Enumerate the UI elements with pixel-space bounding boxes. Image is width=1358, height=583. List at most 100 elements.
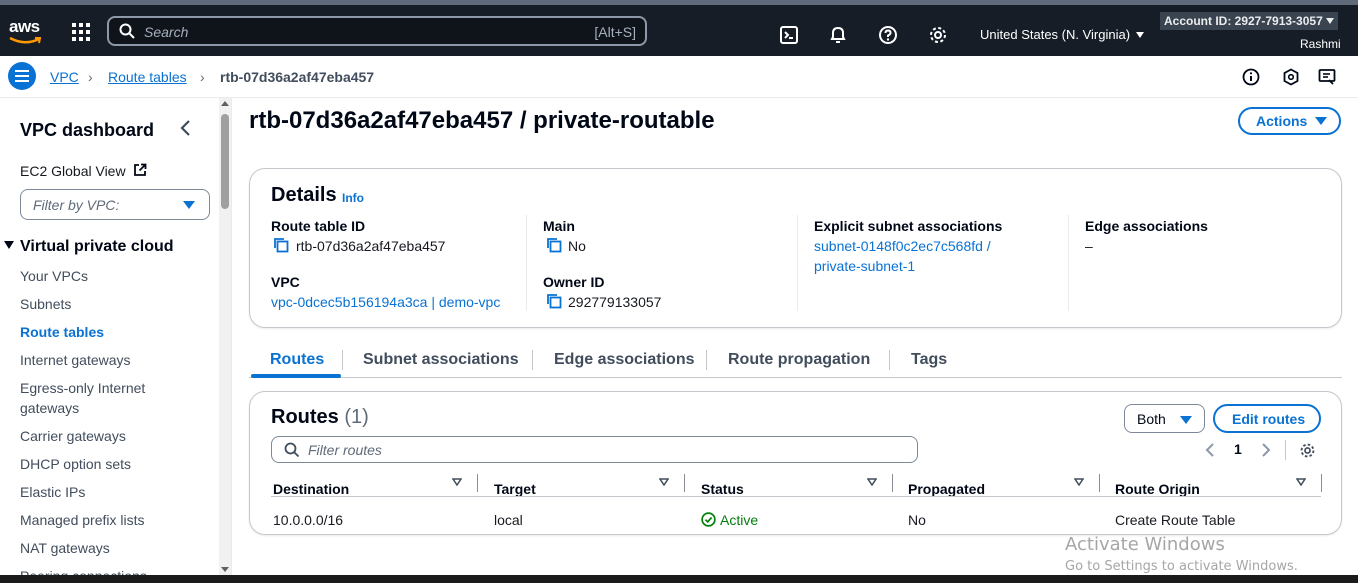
settings-gear-icon[interactable] (928, 25, 948, 45)
search-icon (119, 23, 135, 39)
sidebar-title[interactable]: VPC dashboard (20, 120, 154, 141)
sidebar-scrollbar[interactable] (219, 98, 231, 575)
column-resizer[interactable] (1321, 474, 1322, 492)
sort-caret-icon[interactable] (1074, 478, 1084, 486)
sidebar-section-vpc[interactable]: Virtual private cloud (4, 238, 174, 256)
breadcrumb-bar: VPC › Route tables › rtb-07d36a2af47eba4… (0, 56, 1358, 98)
search-input[interactable]: Search [Alt+S] (107, 16, 647, 46)
tab-route-propagation[interactable]: Route propagation (728, 351, 870, 369)
tutorial-panel-icon[interactable] (1318, 68, 1336, 86)
previous-page-icon[interactable] (1204, 442, 1216, 458)
scrollbar-thumb[interactable] (221, 114, 229, 209)
explicit-subnet-association-link[interactable]: subnet-0148f0c2ec7c568fd / private-subne… (814, 236, 1014, 276)
sidebar-item-dhcp-option-sets[interactable]: DHCP option sets (20, 454, 190, 474)
sidebar-ec2-label: EC2 Global View (20, 163, 126, 179)
table-preferences-gear-icon[interactable] (1299, 442, 1316, 459)
actions-button[interactable]: Actions (1238, 107, 1341, 135)
caret-down-icon (1315, 117, 1328, 125)
aws-logo[interactable]: aws (9, 17, 43, 47)
scroll-down-icon[interactable] (221, 567, 229, 572)
routes-count: (1) (344, 406, 369, 428)
column-header-status[interactable]: Status (701, 481, 744, 497)
sidebar-ec2-global-view[interactable]: EC2 Global View (20, 163, 147, 179)
column-header-target[interactable]: Target (494, 481, 536, 497)
search-icon (284, 442, 300, 458)
breadcrumb-vpc[interactable]: VPC (50, 69, 79, 85)
vpc-label: VPC (271, 274, 300, 290)
column-header-destination[interactable]: Destination (273, 481, 349, 497)
user-name[interactable]: Rashmi (1300, 37, 1341, 51)
sidebar-item-managed-prefix-lists[interactable]: Managed prefix lists (20, 510, 190, 530)
sidebar-item-egress-only-gateways[interactable]: Egress-only Internet gateways (20, 378, 160, 418)
column-resizer[interactable] (1099, 474, 1100, 492)
top-navigation: aws Search [Alt+S] United States (N. Vir… (0, 0, 1358, 56)
route-filter-select[interactable]: Both (1124, 404, 1205, 433)
collapse-sidebar-icon[interactable] (178, 119, 194, 137)
sort-caret-icon[interactable] (867, 478, 877, 486)
route-status-label: Active (720, 512, 759, 528)
column-resizer[interactable] (684, 474, 685, 492)
breadcrumb-route-tables[interactable]: Route tables (108, 69, 187, 85)
edit-routes-button[interactable]: Edit routes (1213, 404, 1321, 433)
help-icon[interactable] (878, 25, 898, 45)
table-header-divider (271, 496, 1321, 497)
sidebar-section-label: Virtual private cloud (20, 238, 174, 255)
windows-activation-watermark: Activate Windows (1065, 534, 1225, 555)
column-resizer[interactable] (477, 474, 478, 492)
caret-down-icon (4, 241, 14, 249)
sidebar-item-route-tables[interactable]: Route tables (20, 322, 190, 342)
sidebar-item-subnets[interactable]: Subnets (20, 294, 190, 314)
tab-divider (706, 350, 707, 370)
copy-icon[interactable] (546, 293, 562, 309)
column-header-route-origin[interactable]: Route Origin (1115, 481, 1200, 497)
tab-tags[interactable]: Tags (911, 351, 947, 369)
route-propagated: No (908, 512, 926, 528)
column-header-propagated[interactable]: Propagated (908, 481, 985, 497)
sidebar-item-elastic-ips[interactable]: Elastic IPs (20, 482, 190, 502)
route-status: Active (701, 512, 758, 528)
pager-divider (1285, 440, 1286, 460)
region-selector[interactable]: United States (N. Virginia) (980, 27, 1145, 42)
next-page-icon[interactable] (1260, 442, 1272, 458)
side-nav-toggle-button[interactable] (8, 62, 36, 90)
notifications-bell-icon[interactable] (828, 25, 848, 45)
current-page-number[interactable]: 1 (1234, 441, 1242, 457)
tab-routes[interactable]: Routes (270, 351, 324, 369)
filter-routes-placeholder: Filter routes (308, 442, 382, 458)
vpc-link[interactable]: vpc-0dcec5b156194a3ca | demo-vpc (271, 292, 500, 312)
vpc-filter-select[interactable]: Filter by VPC: (20, 189, 210, 220)
services-menu-icon[interactable] (72, 23, 92, 43)
status-success-icon (701, 512, 716, 527)
taskbar-edge (0, 575, 1358, 583)
sidebar-item-peering-connections[interactable]: Peering connections (20, 566, 190, 575)
sidebar-item-nat-gateways[interactable]: NAT gateways (20, 538, 190, 558)
sidebar-item-carrier-gateways[interactable]: Carrier gateways (20, 426, 190, 446)
feedback-icon[interactable] (1282, 68, 1300, 86)
info-circle-icon[interactable] (1242, 68, 1260, 86)
chevron-right-icon: › (88, 69, 93, 85)
copy-icon[interactable] (273, 237, 289, 253)
tab-divider (532, 350, 533, 370)
account-menu[interactable]: Account ID: 2927-7913-3057 (1160, 12, 1338, 30)
column-divider (1068, 215, 1069, 311)
copy-icon[interactable] (546, 237, 562, 253)
sort-caret-icon[interactable] (1296, 478, 1306, 486)
page-title: rtb-07d36a2af47eba457 / private-routable (249, 107, 715, 134)
info-link[interactable]: Info (342, 191, 364, 205)
sidebar-item-internet-gateways[interactable]: Internet gateways (20, 350, 190, 370)
filter-routes-input[interactable]: Filter routes (271, 436, 918, 463)
sidebar-item-your-vpcs[interactable]: Your VPCs (20, 266, 190, 286)
region-label: United States (N. Virginia) (980, 27, 1131, 42)
cloudshell-icon[interactable] (779, 25, 799, 45)
tab-divider (342, 350, 343, 370)
details-panel: Details Info Route table ID rtb-07d36a2a… (249, 168, 1342, 328)
tab-edge-associations[interactable]: Edge associations (554, 351, 695, 369)
caret-down-icon (1180, 416, 1192, 424)
column-resizer[interactable] (892, 474, 893, 492)
scroll-up-icon[interactable] (221, 101, 229, 106)
tabs-baseline (249, 377, 1342, 378)
sort-caret-icon[interactable] (659, 478, 669, 486)
column-divider (526, 215, 527, 311)
sort-caret-icon[interactable] (452, 478, 462, 486)
tab-subnet-associations[interactable]: Subnet associations (363, 351, 519, 369)
